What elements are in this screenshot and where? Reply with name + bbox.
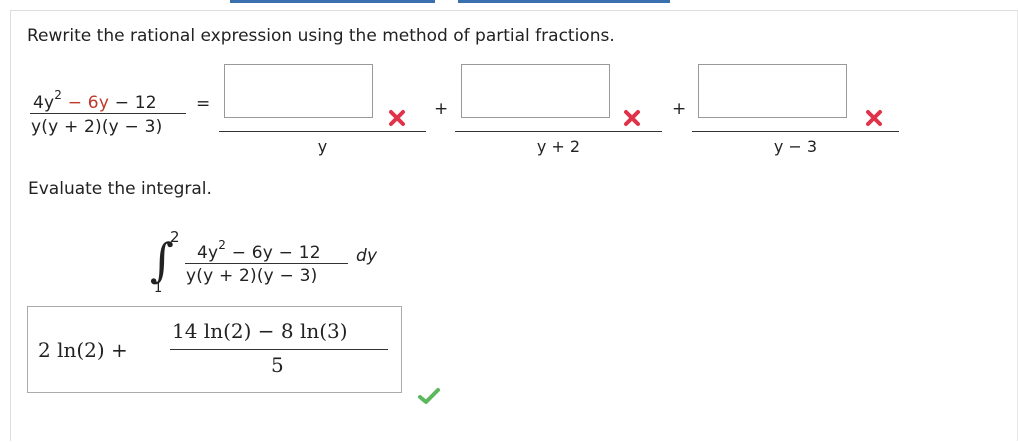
integral-answer-field[interactable]: 2 ln(2) + 14 ln(2) − 8 ln(3) 5 (27, 306, 402, 393)
tab-indicator-2 (458, 0, 670, 3)
checkmark-icon (418, 388, 440, 404)
x-mark-icon (866, 110, 882, 126)
lhs-denominator: y(y + 2)(y − 3) (31, 117, 163, 137)
term2-numerator-input[interactable] (461, 64, 610, 118)
integrand-num-exponent: 2 (218, 238, 227, 252)
lhs-num-exponent: 2 (54, 88, 63, 102)
equals-sign: = (196, 94, 211, 114)
answer-fraction-bar (170, 349, 388, 350)
term1-fraction-bar (219, 131, 426, 132)
term2-fraction-bar (455, 131, 662, 132)
integrand-denominator: y(y + 2)(y − 3) (186, 266, 318, 286)
integrand-num-rest: − 6y − 12 (231, 243, 321, 263)
integral-instruction: Evaluate the integral. (28, 179, 212, 199)
lhs-num-minus-2: − (114, 93, 130, 113)
lhs-num-minus-1: − (67, 93, 83, 113)
lhs-fraction-bar (30, 113, 186, 114)
answer-lead-term: 2 ln(2) + (38, 338, 128, 362)
instruction-text: Rewrite the rational expression using th… (27, 26, 615, 46)
integrand-numerator: 4y2 − 6y − 12 (197, 238, 321, 263)
plus-sign-1: + (434, 99, 449, 119)
term3-denominator: y − 3 (773, 137, 818, 156)
plus-sign-2: + (672, 99, 687, 119)
term3-numerator-input[interactable] (698, 64, 847, 118)
lhs-numerator: 4y2 − 6y − 12 (33, 88, 157, 113)
top-tab-bar (230, 0, 670, 4)
term3-fraction-bar (692, 131, 899, 132)
lhs-num-term-b: 6y (87, 93, 110, 113)
tab-indicator-1 (230, 0, 435, 3)
x-mark-icon (624, 110, 640, 126)
answer-fraction-numerator: 14 ln(2) − 8 ln(3) (172, 319, 348, 343)
lhs-num-term-a: 4y (33, 93, 55, 113)
integral-upper-limit: 2 (170, 228, 180, 246)
term1-denominator: y (317, 137, 328, 156)
term2-denominator: y + 2 (536, 137, 581, 156)
answer-fraction-denominator: 5 (271, 353, 284, 377)
x-mark-icon (389, 110, 405, 126)
term1-numerator-input[interactable] (224, 64, 373, 118)
lhs-num-term-c: 12 (134, 93, 157, 113)
integrand-num-term-a: 4y (197, 243, 219, 263)
integral-lower-limit: 1 (154, 281, 163, 296)
integrand-fraction-bar (185, 263, 348, 264)
differential: dy (356, 246, 378, 266)
